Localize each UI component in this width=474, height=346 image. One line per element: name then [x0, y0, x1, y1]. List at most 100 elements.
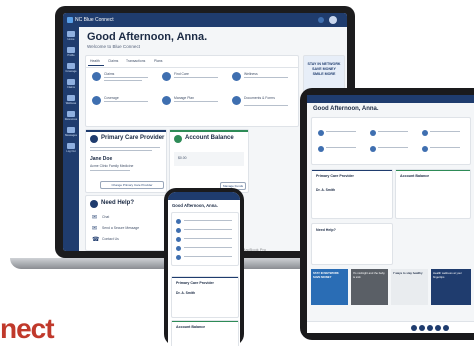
text-line: [184, 229, 232, 231]
promo-tile-3[interactable]: 7 ways to stay healthy: [391, 269, 428, 305]
tab-health[interactable]: Health: [90, 59, 100, 63]
quick-links-card: Health Claims Transactions Plans Claims …: [85, 55, 299, 127]
sidebar-item-resources[interactable]: Resources: [63, 118, 79, 121]
social-icon[interactable]: [411, 325, 417, 331]
wellness-icon: [422, 130, 428, 136]
account-title: Account Balance: [185, 135, 234, 141]
quick-link-coverage[interactable]: Coverage: [104, 96, 150, 100]
wellness-icon[interactable]: [67, 95, 75, 101]
tablet-account-card: Account Balance: [395, 169, 471, 219]
card-accent: [172, 321, 238, 323]
change-pcp-button[interactable]: Change Primary Care Provider: [100, 181, 164, 189]
claims-icon: [176, 219, 181, 224]
phone-account-title: Account Balance: [176, 325, 206, 329]
documents-icon: [232, 96, 241, 105]
social-icon[interactable]: [419, 325, 425, 331]
need-help-card: Need Help? ✉ Chat ✉ Send a Secure Messag…: [85, 195, 167, 251]
phone-screen: Good Afternoon, Anna. Primary Care Provi…: [168, 192, 240, 346]
text-line: [326, 147, 356, 149]
tab-transactions[interactable]: Transactions: [126, 59, 145, 63]
phone-greeting: Good Afternoon, Anna.: [172, 203, 218, 208]
phone-account-card: Account Balance: [171, 320, 239, 346]
text-line: [430, 147, 460, 149]
pcp-card: Primary Care Provider Jane Doe Acme Clin…: [85, 129, 167, 193]
text-line: [184, 256, 232, 258]
help-contact[interactable]: Contact Us: [102, 237, 119, 241]
text-line: [104, 80, 142, 82]
text-line: [244, 105, 288, 107]
promo-tile-text: Health wellness at your fingertips: [433, 271, 462, 279]
message-icon: ✉: [92, 226, 98, 232]
coverage-icon[interactable]: [67, 63, 75, 69]
wallet-icon: [174, 135, 182, 143]
app-topbar: NC Blue Connect: [63, 13, 347, 27]
pcp-practice: Acme Clinic Family Medicine: [90, 164, 134, 168]
tablet-pcp-card: Primary Care Provider Dr. A. Smith: [311, 169, 393, 219]
promo-tile-4[interactable]: Health wellness at your fingertips: [431, 269, 471, 305]
profile-icon[interactable]: [67, 47, 75, 53]
phone-topbar: [168, 192, 240, 200]
active-tab-indicator: [88, 65, 104, 66]
social-icon[interactable]: [435, 325, 441, 331]
find-care-icon: [370, 130, 376, 136]
tablet-quick-links: [311, 117, 471, 165]
promo-tile-text: It's midnight and the baby is sick: [353, 271, 385, 279]
social-icon[interactable]: [427, 325, 433, 331]
tablet-footer: [307, 321, 474, 333]
sidebar-item-claims[interactable]: Claims: [63, 86, 79, 89]
card-accent: [396, 170, 470, 172]
logout-icon[interactable]: [67, 143, 75, 149]
social-icon[interactable]: [443, 325, 449, 331]
quick-link-claims[interactable]: Claims: [104, 72, 150, 76]
wellness-icon: [176, 237, 181, 242]
quick-link-documents[interactable]: Documents & Forms: [244, 96, 294, 100]
text-line: [184, 220, 232, 222]
text-line: [378, 131, 408, 133]
balance-amount: $0.00: [178, 156, 187, 160]
text-line: [90, 150, 152, 152]
tab-claims[interactable]: Claims: [108, 59, 118, 63]
help-chat[interactable]: Chat: [102, 215, 109, 219]
tab-plans[interactable]: Plans: [154, 59, 162, 63]
find-care-icon: [176, 228, 181, 233]
card-accent: [86, 130, 166, 132]
quick-link-manage-plan[interactable]: Manage Plan: [174, 96, 220, 100]
sidebar-item-messages[interactable]: Messages: [63, 134, 79, 137]
text-line: [90, 170, 130, 172]
promo-tile-text: STAY IN NETWORK SAVE MONEY: [313, 271, 339, 279]
text-line: [174, 101, 218, 103]
tablet-screen: Good Afternoon, Anna. Primary Care Provi…: [307, 95, 474, 333]
claims-icon[interactable]: [67, 79, 75, 85]
home-icon[interactable]: [67, 31, 75, 37]
brand-wordmark: nect: [0, 313, 55, 344]
help-secure-message[interactable]: Send a Secure Message: [102, 226, 139, 230]
notification-icon[interactable]: [318, 17, 324, 23]
claims-icon: [318, 130, 324, 136]
text-line: [104, 101, 148, 103]
tablet-help-title: Need Help?: [316, 228, 336, 232]
sidebar-item-profile[interactable]: Profile: [63, 54, 79, 57]
coverage-icon: [92, 96, 101, 105]
promo-tile-1[interactable]: STAY IN NETWORK SAVE MONEY: [311, 269, 348, 305]
sidebar-item-wellness[interactable]: Wellness: [63, 102, 79, 105]
phone-pcp-title: Primary Care Provider: [176, 281, 214, 285]
manage-plan-icon: [162, 96, 171, 105]
text-line: [184, 247, 232, 249]
promo-text: STAY IN NETWORK SAVE MONEY SMILE MORE: [307, 62, 341, 76]
resources-icon[interactable]: [67, 111, 75, 117]
avatar[interactable]: [329, 16, 337, 24]
card-accent: [312, 170, 392, 172]
text-line: [326, 131, 356, 133]
app-logo-icon: [67, 17, 73, 23]
quick-link-wellness[interactable]: Wellness: [244, 72, 290, 76]
messages-icon[interactable]: [67, 127, 75, 133]
account-balance-card: Account Balance $0.00 Manage Funds: [169, 129, 249, 193]
tablet-pcp-name: Dr. A. Smith: [316, 188, 336, 192]
promo-tile-2[interactable]: It's midnight and the baby is sick: [351, 269, 388, 305]
sidebar-item-coverage[interactable]: Coverage: [63, 70, 79, 73]
quick-link-find-care[interactable]: Find Care: [174, 72, 220, 76]
find-care-icon: [162, 72, 171, 81]
sidebar-item-home[interactable]: Home: [63, 38, 79, 41]
sidebar-item-logout[interactable]: Log Out: [63, 150, 79, 153]
phone-pcp-card: Primary Care Provider Dr. A. Smith: [171, 276, 239, 318]
